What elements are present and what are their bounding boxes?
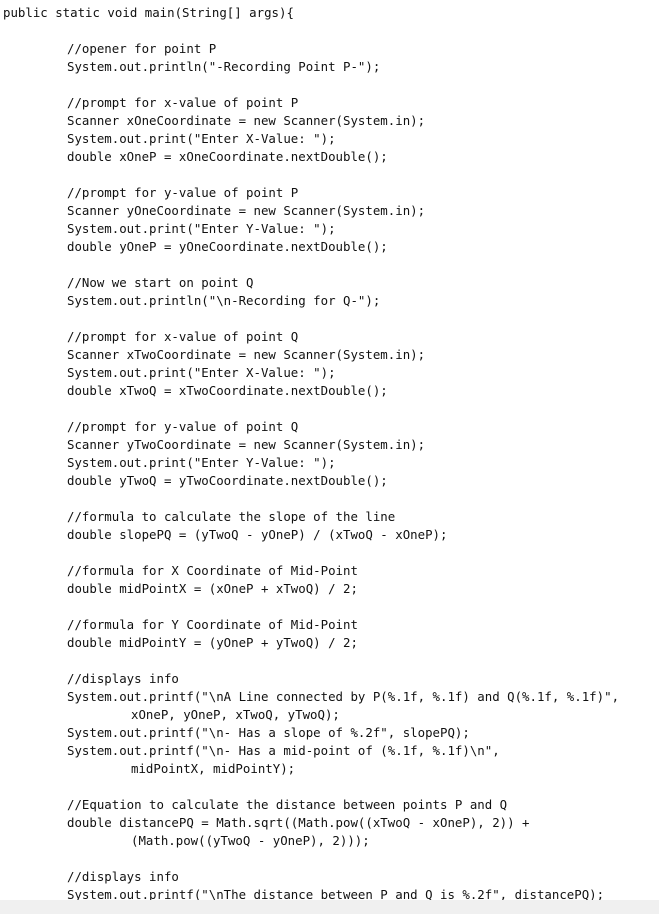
code-comment-line: //Now we start on point Q xyxy=(67,275,254,290)
code-comment-line: //prompt for y-value of point Q xyxy=(67,419,299,434)
code-line: System.out.printf("\nThe distance betwee… xyxy=(67,887,605,900)
code-line: Scanner xTwoCoordinate = new Scanner(Sys… xyxy=(67,347,426,362)
code-line: double midPointX = (xOneP + xTwoQ) / 2; xyxy=(67,581,358,596)
code-comment-line: //opener for point P xyxy=(67,41,217,56)
code-line: Scanner xOneCoordinate = new Scanner(Sys… xyxy=(67,113,426,128)
code-comment-line: //Equation to calculate the distance bet… xyxy=(67,797,508,812)
code-line: xOneP, yOneP, xTwoQ, yTwoQ); xyxy=(131,707,340,722)
code-line: Scanner yOneCoordinate = new Scanner(Sys… xyxy=(67,203,426,218)
code-line: System.out.printf("\n- Has a slope of %.… xyxy=(67,725,470,740)
code-line: System.out.printf("\n- Has a mid-point o… xyxy=(67,743,500,758)
code-comment-line: //formula for Y Coordinate of Mid-Point xyxy=(67,617,358,632)
code-comment-line: //displays info xyxy=(67,869,179,884)
code-line: midPointX, midPointY); xyxy=(131,761,296,776)
code-line: double slopePQ = (yTwoQ - yOneP) / (xTwo… xyxy=(67,527,448,542)
code-view[interactable]: public static void main(String[] args){ /… xyxy=(0,0,659,900)
code-line: double yTwoQ = yTwoCoordinate.nextDouble… xyxy=(67,473,388,488)
code-line: double yOneP = yOneCoordinate.nextDouble… xyxy=(67,239,388,254)
code-line: double midPointY = (yOneP + yTwoQ) / 2; xyxy=(67,635,358,650)
code-line: System.out.print("Enter X-Value: "); xyxy=(67,365,336,380)
code-line: System.out.print("Enter Y-Value: "); xyxy=(67,221,336,236)
code-line: System.out.print("Enter X-Value: "); xyxy=(67,131,336,146)
code-comment-line: //formula for X Coordinate of Mid-Point xyxy=(67,563,358,578)
code-line: System.out.print("Enter Y-Value: "); xyxy=(67,455,336,470)
bottom-bar xyxy=(0,900,659,914)
code-line: double distancePQ = Math.sqrt((Math.pow(… xyxy=(67,815,530,830)
code-comment-line: //prompt for y-value of point P xyxy=(67,185,299,200)
code-line: (Math.pow((yTwoQ - yOneP), 2))); xyxy=(131,833,370,848)
code-line: double xTwoQ = xTwoCoordinate.nextDouble… xyxy=(67,383,388,398)
code-line: System.out.println("\n-Recording for Q-"… xyxy=(67,293,381,308)
code-comment-line: //formula to calculate the slope of the … xyxy=(67,509,396,524)
code-comment-line: //prompt for x-value of point P xyxy=(67,95,299,110)
code-line: double xOneP = xOneCoordinate.nextDouble… xyxy=(67,149,388,164)
code-line: System.out.println("-Recording Point P-"… xyxy=(67,59,381,74)
code-line: System.out.printf("\nA Line connected by… xyxy=(67,689,620,704)
code-line: Scanner yTwoCoordinate = new Scanner(Sys… xyxy=(67,437,426,452)
code-comment-line: //prompt for x-value of point Q xyxy=(67,329,299,344)
code-line: public static void main(String[] args){ xyxy=(3,5,294,20)
code-comment-line: //displays info xyxy=(67,671,179,686)
